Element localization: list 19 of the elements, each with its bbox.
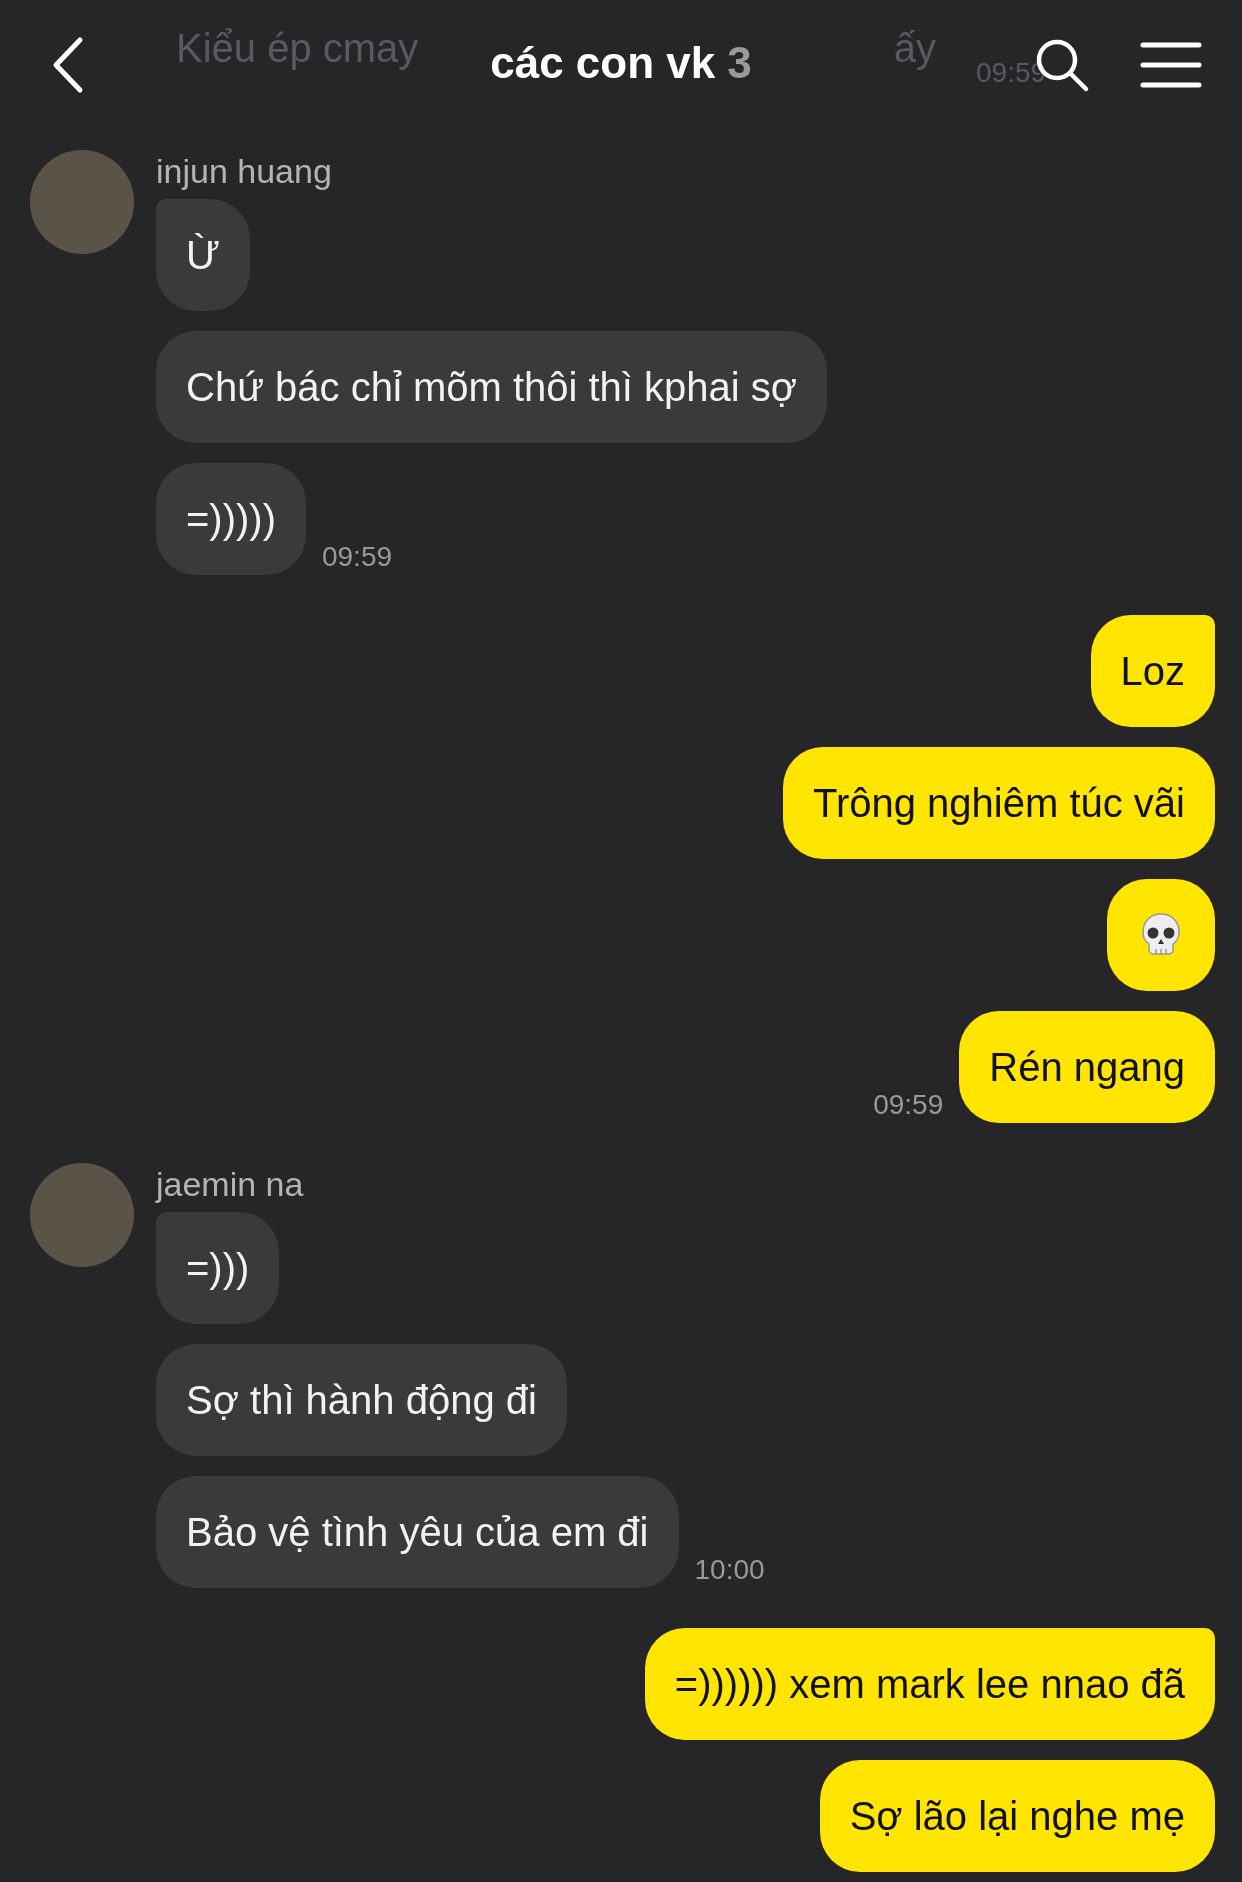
message-bubble: Ừ — [156, 199, 251, 311]
message-bubble: =))))) — [156, 463, 306, 575]
message-bubble: =)))))) xem mark lee nnao đã — [644, 1628, 1215, 1740]
sender-name: jaemin na — [156, 1165, 304, 1204]
message-time: 10:00 — [694, 1554, 765, 1587]
message-bubble: Sợ thì hành động đi — [156, 1344, 567, 1456]
message-time: 09:59 — [321, 541, 393, 574]
message-bubble: Loz — [1090, 615, 1215, 727]
message-bubble: Trông nghiêm túc vãi — [782, 747, 1215, 859]
chat-title: các con vk — [490, 38, 716, 88]
message-time: 09:59 — [873, 1089, 944, 1122]
member-count: 3 — [727, 38, 752, 88]
menu-icon[interactable] — [1140, 41, 1202, 89]
message-bubble: =))) — [156, 1212, 280, 1324]
message-bubble: Chứ bác chỉ mõm thôi thì kphai sợ — [156, 331, 828, 443]
message-bubble: Rén ngang — [959, 1011, 1215, 1123]
message-bubble: Sợ lão lại nghe mẹ — [819, 1760, 1215, 1872]
message-bubble: Bảo vệ tình yêu của em đi — [156, 1476, 679, 1588]
sender-name: injun huang — [156, 152, 332, 191]
